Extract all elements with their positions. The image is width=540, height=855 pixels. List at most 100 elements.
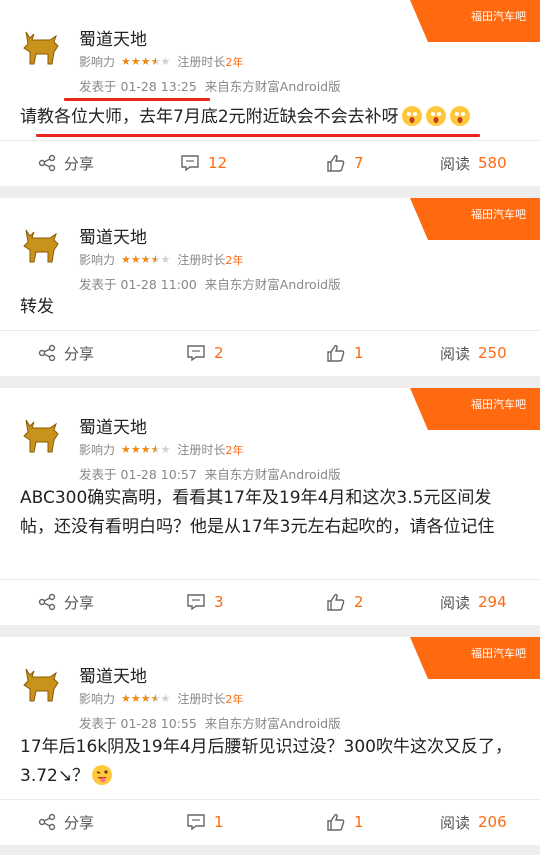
like-button[interactable]: 1	[326, 813, 364, 831]
read-value: 580	[478, 154, 507, 172]
share-button[interactable]: 分享	[38, 343, 94, 364]
post-source: 来自东方财富Android版	[204, 277, 341, 292]
post-content[interactable]: 17年后16k阴及19年4月后腰斩见识过没？300吹牛这次又反了，3.72↘？	[20, 733, 525, 791]
post-card[interactable]: 福田汽车吧 蜀道天地 影响力 ★ ★ ★ ★ ★ 注册时长 2年 发表于 01-28 1…	[0, 198, 540, 376]
rating-stars: ★ ★ ★ ★ ★	[121, 442, 171, 456]
reg-time-label: 注册时长	[177, 55, 226, 69]
star-icon: ★	[130, 442, 141, 456]
thumbs-up-icon	[327, 813, 345, 831]
share-label: 分享	[64, 593, 95, 612]
user-meta: 影响力 ★ ★ ★ ★ ★ 注册时长 2年	[79, 441, 243, 458]
username[interactable]: 蜀道天地	[79, 662, 147, 687]
share-label: 分享	[64, 344, 95, 363]
read-label: 阅读	[440, 344, 471, 363]
half-star-icon: ★	[150, 54, 161, 68]
comment-button[interactable]: 3	[186, 593, 224, 611]
user-meta: 影响力 ★ ★ ★ ★ ★ 注册时长 2年	[79, 690, 243, 707]
reg-time-value: 2年	[225, 55, 244, 69]
date-prefix: 发表于	[79, 716, 117, 731]
share-icon	[38, 154, 56, 172]
thumbs-up-icon	[327, 593, 345, 611]
reg-time-value: 2年	[225, 443, 244, 457]
post-date: 01-28 13:25	[120, 79, 197, 94]
post-date: 01-28 11:00	[120, 277, 197, 292]
annotation-underline	[64, 98, 210, 101]
like-count: 1	[354, 344, 364, 362]
post-source: 来自东方财富Android版	[204, 467, 341, 482]
post-card[interactable]: 福田汽车吧 蜀道天地 影响力 ★ ★ ★ ★ ★ 注册时长 2年 发表于 01-28 1…	[0, 637, 540, 845]
bar-tag[interactable]: 福田汽车吧	[410, 637, 540, 679]
like-button[interactable]: 7	[326, 154, 364, 172]
username[interactable]: 蜀道天地	[79, 413, 147, 438]
post-content[interactable]: 请教各位大师，去年7月底2元附近缺会不会去补呀	[20, 104, 525, 131]
half-star-icon: ★	[150, 442, 161, 456]
reg-time-label: 注册时长	[177, 692, 226, 706]
star-icon: ★	[160, 442, 171, 456]
star-icon: ★	[130, 252, 141, 266]
read-value: 206	[478, 813, 507, 831]
share-button[interactable]: 分享	[38, 592, 94, 613]
avatar-bull-icon[interactable]	[20, 224, 62, 264]
influence-label: 影响力	[79, 55, 116, 69]
star-icon: ★	[160, 252, 171, 266]
share-button[interactable]: 分享	[38, 812, 94, 833]
avatar-bull-icon[interactable]	[20, 414, 62, 454]
comment-button[interactable]: 2	[186, 344, 224, 362]
comment-icon	[187, 814, 205, 831]
read-count: 阅读 580	[440, 153, 507, 174]
post-text: ABC300确实高明，看看其17年及19年4月和这次3.5元区间发帖，还没有看明…	[20, 488, 495, 537]
post-date: 01-28 10:55	[120, 716, 197, 731]
star-icon: ★	[140, 252, 151, 266]
like-button[interactable]: 2	[326, 593, 364, 611]
star-icon: ★	[130, 54, 141, 68]
post-date-row: 发表于 01-28 13:25 来自东方财富Android版	[79, 76, 341, 95]
post-content[interactable]: ABC300确实高明，看看其17年及19年4月和这次3.5元区间发帖，还没有看明…	[20, 484, 525, 542]
avatar-bull-icon[interactable]	[20, 663, 62, 703]
surprised-emoji	[425, 106, 446, 126]
username[interactable]: 蜀道天地	[79, 223, 147, 248]
comment-count: 12	[208, 154, 228, 172]
date-prefix: 发表于	[79, 277, 117, 292]
comment-button[interactable]: 1	[186, 813, 224, 831]
reg-time-value: 2年	[225, 253, 244, 267]
half-star-icon: ★	[150, 691, 161, 705]
reg-time-label: 注册时长	[177, 253, 226, 267]
star-icon: ★	[121, 442, 131, 456]
post-card[interactable]: 福田汽车吧 蜀道天地 影响力 ★ ★ ★ ★ ★ 注册时长 2年 发表于 01-28 1…	[0, 388, 540, 625]
bar-tag[interactable]: 福田汽车吧	[410, 0, 540, 42]
thumbs-up-icon	[327, 154, 345, 172]
influence-label: 影响力	[79, 253, 116, 267]
star-icon: ★	[140, 691, 151, 705]
user-meta: 影响力 ★ ★ ★ ★ ★ 注册时长 2年	[79, 251, 243, 268]
date-prefix: 发表于	[79, 467, 117, 482]
surprised-emoji	[449, 106, 470, 126]
post-date: 01-28 10:57	[120, 467, 197, 482]
comment-icon	[181, 155, 199, 172]
post-content[interactable]: 转发	[20, 294, 525, 321]
post-card[interactable]: 福田汽车吧 蜀道天地 影响力 ★ ★ ★ ★ ★ 注册时长 2年 发表于 01-28 1…	[0, 0, 540, 186]
rating-stars: ★ ★ ★ ★ ★	[121, 252, 171, 266]
read-label: 阅读	[440, 593, 471, 612]
rating-stars: ★ ★ ★ ★ ★	[121, 54, 171, 68]
comment-icon	[187, 594, 205, 611]
star-icon: ★	[160, 54, 171, 68]
post-source: 来自东方财富Android版	[204, 79, 341, 94]
reg-time-label: 注册时长	[177, 443, 226, 457]
like-button[interactable]: 1	[326, 344, 364, 362]
star-icon: ★	[121, 54, 131, 68]
username[interactable]: 蜀道天地	[79, 25, 147, 50]
comment-button[interactable]: 12	[180, 154, 227, 172]
date-prefix: 发表于	[79, 79, 117, 94]
star-icon: ★	[121, 252, 131, 266]
share-button[interactable]: 分享	[38, 153, 94, 174]
avatar-bull-icon[interactable]	[20, 26, 62, 66]
share-label: 分享	[64, 154, 95, 173]
comment-count: 1	[214, 813, 224, 831]
user-meta: 影响力 ★ ★ ★ ★ ★ 注册时长 2年	[79, 53, 243, 70]
bar-tag[interactable]: 福田汽车吧	[410, 198, 540, 240]
tongue-emoji	[92, 765, 113, 785]
bar-tag[interactable]: 福田汽车吧	[410, 388, 540, 430]
read-value: 294	[478, 593, 507, 611]
influence-label: 影响力	[79, 692, 116, 706]
read-label: 阅读	[440, 813, 471, 832]
